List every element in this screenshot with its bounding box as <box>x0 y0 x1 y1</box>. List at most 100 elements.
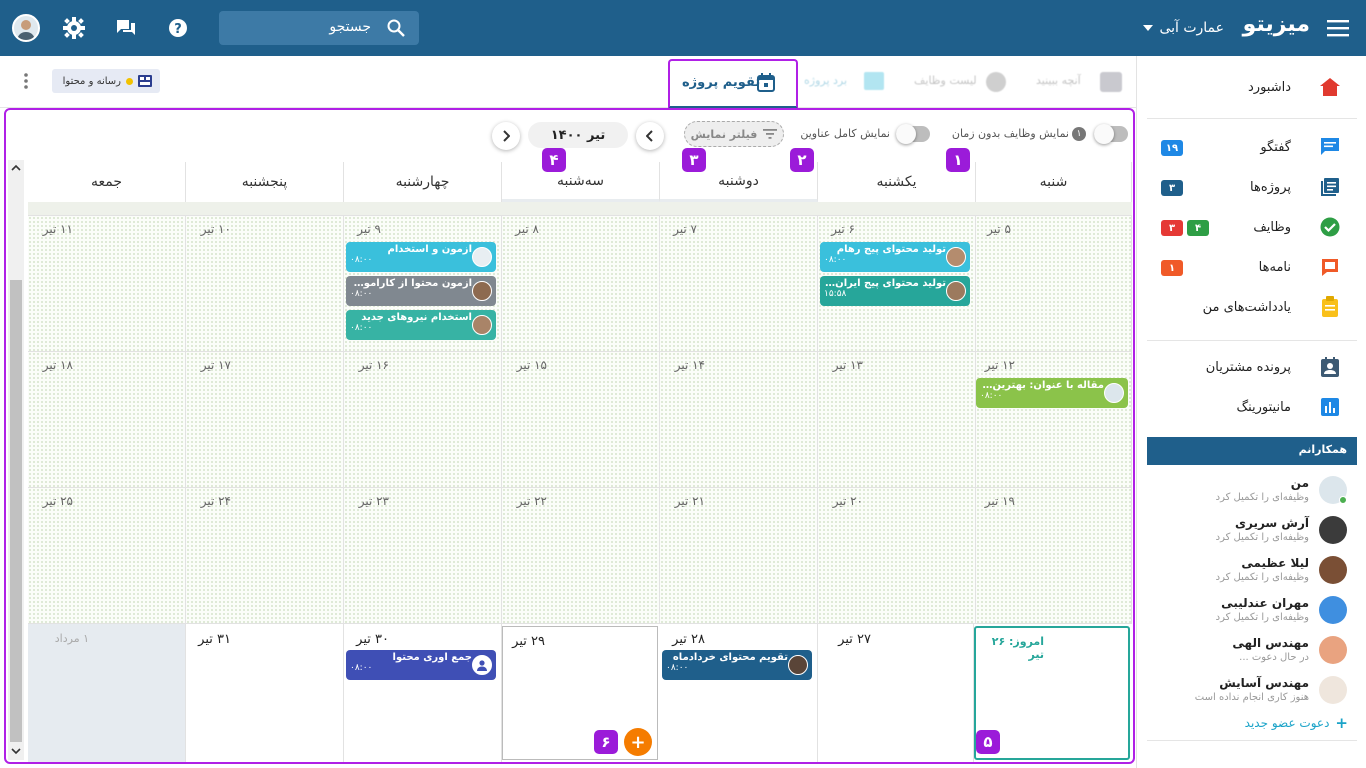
day-cell[interactable]: ۵ تیر <box>976 216 1132 352</box>
colleague-item[interactable]: مهندس الهی در حال دعوت ... <box>1137 634 1366 670</box>
event-chip[interactable]: آزمون و استخدام ۰۸:۰۰ <box>346 242 496 272</box>
day-cell[interactable]: ۱۶ تیر <box>344 352 502 488</box>
invite-member-link[interactable]: + دعوت عضو جدید <box>1245 714 1348 732</box>
day-cell[interactable]: ۱۳ تیر <box>818 352 976 488</box>
scrollbar-thumb[interactable] <box>10 280 22 742</box>
colleague-name: مهندس آسایش <box>1219 676 1309 690</box>
avatar <box>1104 383 1124 403</box>
scroll-up-icon <box>11 164 21 171</box>
day-cell-next-month[interactable]: ۱ مرداد <box>28 624 186 762</box>
colleague-item[interactable]: لیلا عظیمی وظیفه‌ای را تکمیل کرد <box>1137 554 1366 590</box>
day-cell[interactable]: ۲۲ تیر <box>502 488 660 624</box>
day-cell[interactable]: ۱۱ تیر <box>28 216 186 352</box>
event-chip[interactable]: تولید محتوای پیج ایران بی...۱۵:۵۸ <box>820 276 970 306</box>
gear-icon[interactable] <box>62 16 86 40</box>
day-cell[interactable]: ۲۱ تیر <box>660 488 818 624</box>
tab-calendar[interactable]: تقویم پروژه <box>668 59 798 109</box>
sidebar-label: وظایف <box>1253 220 1291 235</box>
sidebar-item-monitoring[interactable]: مانیتورینگ <box>1137 394 1366 422</box>
colleague-item[interactable]: مهندس آسایش هنوز کاری انجام نداده است <box>1137 674 1366 710</box>
event-chip[interactable]: آزمون محتوا از کارآموزان ج...۰۸:۰۰ <box>346 276 496 306</box>
event-title: جمع آوری محتوا <box>392 652 472 663</box>
tab-board-label: برد پروژه <box>804 74 848 87</box>
day-cell[interactable]: ۲۴ تیر <box>186 488 344 624</box>
project-chip[interactable]: رسانه و محتوا <box>52 69 160 93</box>
event-chip[interactable]: استخدام نیروهای جدید ۰۸:۰۰ <box>346 310 496 340</box>
weekday-header: پنجشنبه <box>186 162 344 202</box>
tab-flow[interactable]: آنچه ببینید <box>1034 68 1126 96</box>
building-selector[interactable]: عمارت آبی <box>1138 16 1224 40</box>
user-avatar[interactable] <box>12 14 40 42</box>
avatar <box>472 247 492 267</box>
chat-bubbles-icon[interactable] <box>114 16 138 40</box>
sidebar-item-chat[interactable]: گفتگو ۱۹ <box>1137 134 1366 162</box>
sidebar-item-letters[interactable]: نامه‌ها ۱ <box>1137 254 1366 282</box>
day-cell[interactable]: ۱۹ تیر <box>976 488 1132 624</box>
avatar <box>1319 636 1347 664</box>
event-title: تولید محتوای پیج ایران بی... <box>824 278 946 289</box>
day-cell[interactable]: ۱۷ تیر <box>186 352 344 488</box>
day-cell[interactable]: ۱۵ تیر <box>502 352 660 488</box>
event-chip[interactable]: تولید محتوای پیج رهام ۰۸:۰۰ <box>820 242 970 272</box>
day-cell[interactable]: ۲۷ تیر <box>818 624 974 762</box>
scrollbar[interactable] <box>8 160 24 760</box>
colleague-item[interactable]: آرش سریری وظیفه‌ای را تکمیل کرد <box>1137 514 1366 550</box>
day-cell[interactable]: ۲۰ تیر <box>818 488 976 624</box>
help-icon[interactable]: ? <box>166 16 190 40</box>
annotation-marker: ۱ <box>946 148 970 172</box>
day-cell[interactable]: ۱۴ تیر <box>660 352 818 488</box>
day-number: ۱۸ تیر <box>42 358 73 372</box>
annotation-marker: ۵ <box>976 730 1000 754</box>
day-number: ۲۵ تیر <box>42 494 73 508</box>
tab-list[interactable]: لیست وظایف <box>910 68 1010 96</box>
event-chip[interactable]: جمع آوری محتوا ۰۸:۰۰ <box>346 650 496 680</box>
sidebar-item-tasks[interactable]: وظایف ۴ ۳ <box>1137 214 1366 242</box>
day-cell[interactable]: ۲۸ تیر <box>660 624 818 762</box>
scroll-down-icon <box>11 748 21 755</box>
colleague-name: مهران عندلیبی <box>1221 596 1309 610</box>
sidebar-item-dashboard[interactable]: داشبورد <box>1137 74 1366 102</box>
menu-icon[interactable] <box>1326 16 1350 40</box>
day-cell[interactable]: ۱۸ تیر <box>28 352 186 488</box>
count-badge: ۱۹ <box>1161 140 1183 156</box>
colleague-item[interactable]: من وظیفه‌ای را تکمیل کرد <box>1137 474 1366 510</box>
day-number: ۲۱ تیر <box>674 494 705 508</box>
more-vertical-icon[interactable] <box>18 70 34 92</box>
day-cell[interactable]: ۷ تیر <box>660 216 818 352</box>
day-number: ۷ تیر <box>673 222 697 236</box>
annotation-marker: ۲ <box>790 148 814 172</box>
avatar <box>1319 676 1347 704</box>
day-number: ۲۹ تیر <box>512 634 545 649</box>
event-chip[interactable]: تقویم محتوای خردادماه ۰۸:۰۰ <box>662 650 812 680</box>
sidebar-item-projects[interactable]: پروژه‌ها ۳ <box>1137 174 1366 202</box>
search-box[interactable]: جستجو <box>219 11 419 45</box>
event-time: ۰۸:۰۰ <box>350 663 373 673</box>
day-cell[interactable]: ۲۵ تیر <box>28 488 186 624</box>
day-cell[interactable]: ۱۲ تیر <box>976 352 1132 488</box>
colleague-name: من <box>1290 476 1309 490</box>
sidebar-item-customers[interactable]: پرونده مشتریان <box>1137 354 1366 382</box>
sidebar-item-notes[interactable]: یادداشت‌های من <box>1137 294 1366 322</box>
day-number: ۹ تیر <box>357 222 381 236</box>
colleagues-title: همکارانم <box>1298 443 1347 456</box>
projects-icon <box>1319 176 1341 198</box>
event-title: آزمون محتوا از کارآموزان ج... <box>350 278 472 289</box>
divider <box>1147 340 1357 341</box>
add-task-button[interactable]: + <box>624 728 652 756</box>
clipboard-icon <box>1319 296 1341 318</box>
day-cell[interactable]: ۳۱ تیر <box>186 624 344 762</box>
day-cell[interactable]: ۸ تیر <box>502 216 660 352</box>
avatar <box>1319 556 1347 584</box>
tab-board[interactable]: برد پروژه <box>802 68 888 96</box>
count-badge: ۳ <box>1161 220 1183 236</box>
event-chip[interactable]: مقاله با عنوان: بهترین را... ۰۸:۰۰ <box>976 378 1128 408</box>
annotation-marker: ۶ <box>594 730 618 754</box>
day-cell[interactable]: ۱۰ تیر <box>186 216 344 352</box>
colleague-item[interactable]: مهران عندلیبی وظیفه‌ای را تکمیل کرد <box>1137 594 1366 630</box>
day-cell[interactable]: ۲۳ تیر <box>344 488 502 624</box>
brand-logo: میزیتو <box>1242 12 1310 37</box>
status-dot-icon <box>126 77 133 85</box>
weekday-header: شنبه <box>976 162 1132 202</box>
day-number: ۱۴ تیر <box>674 358 705 372</box>
day-cell[interactable]: ۳۰ تیر <box>344 624 502 762</box>
